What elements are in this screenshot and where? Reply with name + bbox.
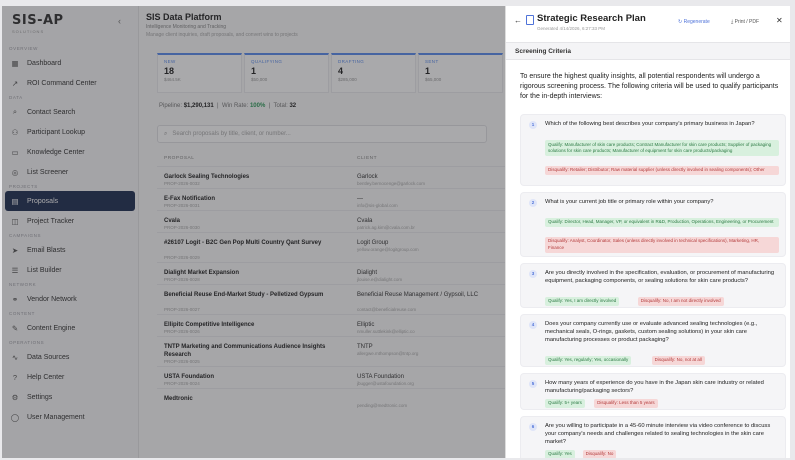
question-number: 1 (529, 121, 537, 129)
question-text: How many years of experience do you have… (545, 379, 764, 394)
panel-generated-time: Generated 4/14/2026, 6:27:33 PM (537, 26, 606, 31)
question-number: 5 (529, 379, 537, 388)
disqualify-tag: Disqualify: Less than 5 years (594, 398, 658, 408)
screening-question: 3 Are you directly involved in the specif… (520, 262, 786, 308)
screening-question: 2 What is your current job title or prima… (520, 191, 786, 257)
question-text: Does your company currently use or evalu… (545, 320, 758, 343)
screening-question: 6 Are you willing to participate in a 45-… (520, 415, 786, 458)
screening-question: 4 Does your company currently use or eval… (520, 313, 786, 367)
disqualify-tag: Disqualify: No, I am not directly involv… (637, 296, 724, 306)
disqualify-tag: Disqualify: No (582, 449, 617, 458)
question-text: Are you willing to participate in a 45-6… (545, 422, 771, 445)
disqualify-tag: Disqualify: Retailer; Distributor; Raw m… (545, 165, 779, 175)
qualify-tag: Qualify: Manufacturer of skin care produ… (545, 140, 779, 156)
screening-intro: To ensure the highest quality insights, … (520, 73, 779, 100)
question-text: What is your current job title or primar… (545, 198, 714, 205)
disqualify-tag: Disqualify: No, not at all (651, 355, 705, 365)
question-text: Which of the following best describes yo… (545, 121, 755, 127)
question-number: 2 (529, 198, 537, 207)
app-window: SIS-AP SOLUTIONS ‹ OVERVIEW ▦ Dashboard ↗ RO… (2, 6, 790, 458)
question-text: Are you directly involved in the specifi… (545, 269, 775, 284)
research-plan-panel: ← Strategic Research Plan Generated 4/14… (505, 6, 790, 458)
qualify-tag: Qualify: Yes, regularly; Yes, occasional… (545, 355, 632, 365)
section-header: Screening Criteria (506, 42, 790, 60)
modal-backdrop[interactable] (2, 6, 505, 458)
question-number: 4 (529, 320, 537, 329)
panel-title: Strategic Research Plan (537, 13, 646, 24)
screening-question: 1 Which of the following best describes y… (520, 114, 786, 186)
qualify-tag: Qualify: Yes (545, 449, 575, 458)
regenerate-label: Regenerate (683, 19, 710, 25)
disqualify-tag: Disqualify: Analyst, Coordinator, Sales … (545, 236, 779, 253)
close-icon[interactable]: ✕ (776, 16, 783, 25)
question-number: 3 (529, 269, 537, 278)
regenerate-button[interactable]: ↻ Regenerate (678, 19, 710, 25)
question-number: 6 (529, 422, 537, 431)
print-pdf-button[interactable]: ⤓ Print / PDF (731, 19, 759, 25)
qualify-tag: Qualify: Yes, I am directly involved (545, 296, 620, 306)
print-label: Print / PDF (734, 19, 760, 25)
qualify-tag: Qualify: 5+ years (545, 398, 585, 408)
qualify-tag: Qualify: Director, Head, Manager, VP, or… (545, 217, 779, 227)
screening-question: 5 How many years of experience do you hav… (520, 372, 786, 410)
arrow-left-icon[interactable]: ← (514, 16, 522, 25)
document-icon (526, 15, 534, 25)
